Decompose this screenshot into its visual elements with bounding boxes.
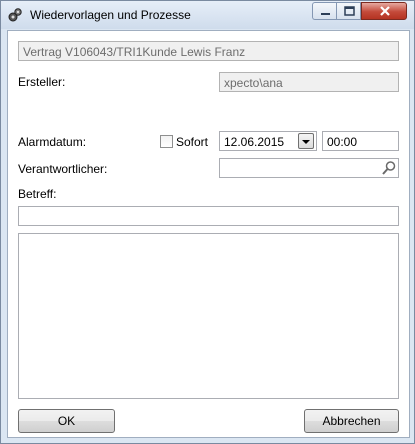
alarm-time-field[interactable]: 00:00 xyxy=(322,131,399,151)
window-title: Wiedervorlagen und Prozesse xyxy=(30,8,191,22)
maximize-button[interactable] xyxy=(336,2,361,20)
creator-field: xpecto\ana xyxy=(219,72,399,92)
alarm-time-value: 00:00 xyxy=(327,135,358,149)
title-bar[interactable]: Wiedervorlagen und Prozesse xyxy=(1,1,414,29)
creator-label: Ersteller: xyxy=(18,75,66,89)
close-icon xyxy=(380,6,390,16)
chevron-down-icon xyxy=(302,140,310,144)
responsible-field[interactable] xyxy=(219,158,399,178)
subject-label: Betreff: xyxy=(18,187,57,201)
notes-textarea[interactable] xyxy=(18,233,399,399)
search-icon[interactable] xyxy=(381,160,397,176)
minimize-button[interactable] xyxy=(312,2,337,20)
date-dropdown-button[interactable] xyxy=(298,133,314,149)
alarm-date-label: Alarmdatum: xyxy=(18,135,87,149)
close-button[interactable] xyxy=(361,2,407,20)
subject-field[interactable] xyxy=(18,206,399,226)
responsible-label: Verantwortlicher: xyxy=(18,162,108,176)
sofort-label[interactable]: Sofort xyxy=(176,135,208,149)
alarm-date-value: 12.06.2015 xyxy=(224,135,285,149)
dialog-window: Wiedervorlagen und Prozesse Vertrag V106… xyxy=(0,0,415,444)
dialog-content: Vertrag V106043/TRI1Kunde Lewis Franz Er… xyxy=(7,30,410,438)
minimize-icon xyxy=(321,13,330,15)
contract-field: Vertrag V106043/TRI1Kunde Lewis Franz xyxy=(18,41,399,61)
ok-button[interactable]: OK xyxy=(18,409,115,433)
maximize-icon xyxy=(344,6,355,16)
gears-icon xyxy=(7,7,23,23)
cancel-button[interactable]: Abbrechen xyxy=(304,409,399,433)
sofort-checkbox[interactable] xyxy=(160,135,173,148)
